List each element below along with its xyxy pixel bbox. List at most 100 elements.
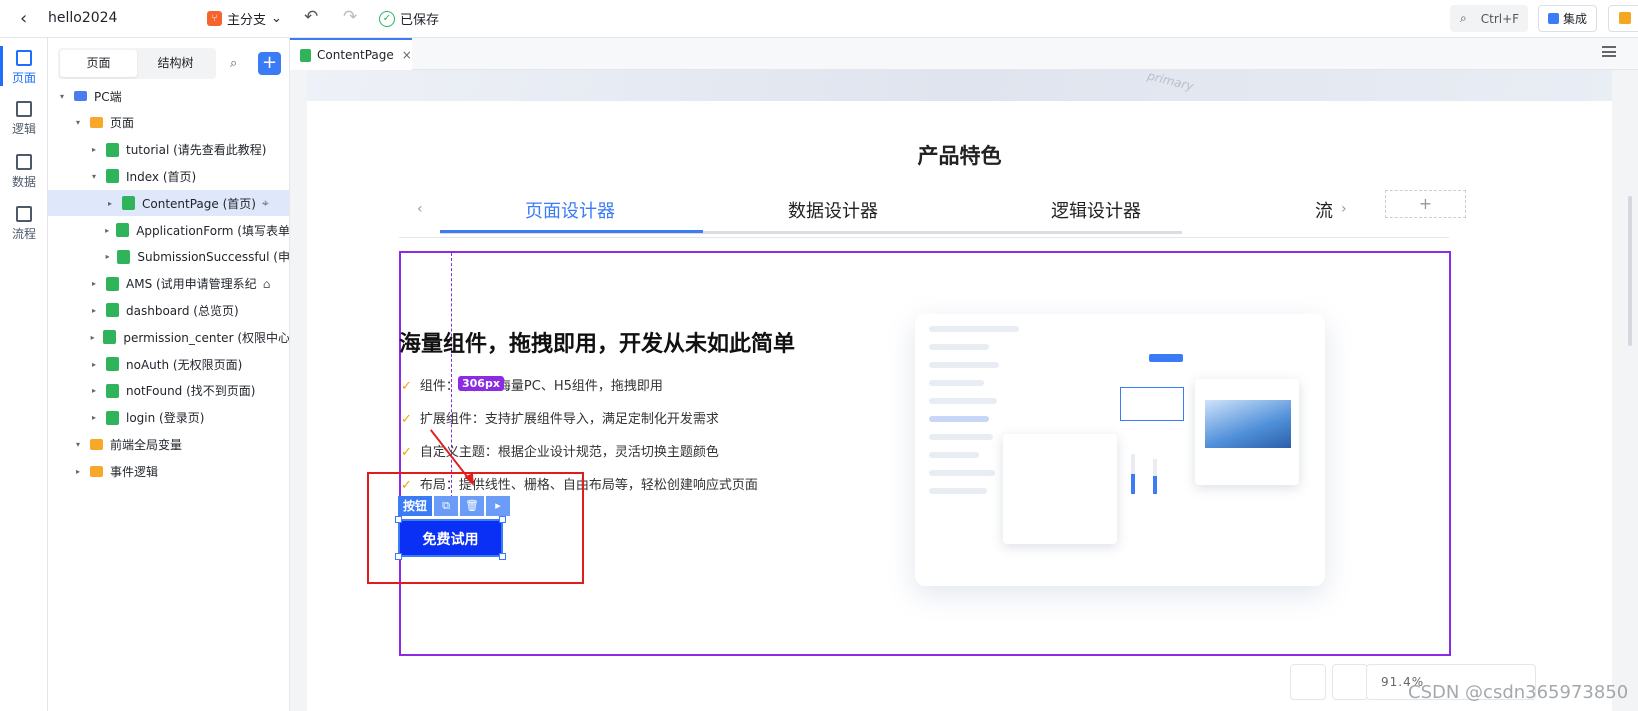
chevron-left-icon[interactable]: ‹ bbox=[417, 201, 423, 217]
tree-node[interactable]: ▸ ApplicationForm (填写表单 bbox=[48, 217, 289, 243]
search-icon[interactable]: ⌕ bbox=[230, 56, 237, 71]
rail-item-flow[interactable]: 流程 bbox=[0, 206, 48, 242]
tree-node[interactable]: ▾ 页面 bbox=[48, 110, 289, 136]
resize-handle[interactable] bbox=[499, 553, 506, 560]
global-search-button[interactable]: ⌕ Ctrl+F bbox=[1450, 5, 1528, 32]
canvas-status-bar bbox=[1290, 664, 1368, 711]
tree-node[interactable]: ▸ AMS (试用申请管理系纪 ⌂ bbox=[48, 271, 289, 297]
rail-item-page[interactable]: 页面 bbox=[0, 46, 48, 86]
chevron-right-icon[interactable]: › bbox=[1341, 201, 1347, 217]
tree-node[interactable]: ▸ tutorial (请先查看此教程) bbox=[48, 137, 289, 163]
tree-node-label: dashboard (总览页) bbox=[126, 303, 239, 318]
illustration-line bbox=[929, 380, 984, 386]
tree-node[interactable]: ▸ ContentPage (首页) ⌖ bbox=[48, 190, 289, 217]
caret-down-icon[interactable]: ▾ bbox=[72, 440, 84, 449]
feature-tab-page-designer[interactable]: 页面设计器 bbox=[435, 197, 705, 223]
tab-structure[interactable]: 结构树 bbox=[137, 50, 214, 77]
free-trial-button[interactable]: 免费试用 bbox=[398, 519, 503, 557]
caret-right-icon[interactable]: ▸ bbox=[88, 279, 100, 288]
caret-right-icon[interactable]: ▸ bbox=[88, 386, 100, 395]
caret-right-icon[interactable]: ▸ bbox=[88, 306, 100, 315]
component-toolbar: 按钮 ⧉ 🗑 ▸ bbox=[398, 496, 511, 516]
close-icon[interactable]: × bbox=[402, 48, 412, 62]
illustration-button bbox=[1149, 354, 1183, 362]
resize-handle[interactable] bbox=[395, 553, 402, 560]
tab-pages[interactable]: 页面 bbox=[60, 50, 137, 77]
mountain-image-icon bbox=[1205, 400, 1291, 448]
expand-icon[interactable]: ▸ bbox=[486, 496, 511, 516]
illustration-line bbox=[929, 326, 1019, 332]
feature-tab-data-designer[interactable]: 数据设计器 bbox=[698, 197, 968, 223]
list-icon[interactable] bbox=[1602, 46, 1616, 57]
tree-node[interactable]: ▸ login (登录页) bbox=[48, 405, 289, 431]
copy-icon[interactable]: ⧉ bbox=[434, 496, 459, 516]
page-tree-panel: 页面 结构树 ⌕ + ▾ PC端 ▾ 页面 ▸ tutorial (请先查看此教程) ▾ In… bbox=[48, 38, 290, 711]
redo-icon[interactable]: ↷ bbox=[343, 7, 357, 27]
caret-right-icon[interactable]: ▸ bbox=[88, 413, 100, 422]
caret-down-icon[interactable]: ▾ bbox=[72, 118, 84, 127]
illustration-line bbox=[929, 470, 995, 476]
undo-icon[interactable]: ↶ bbox=[304, 7, 318, 27]
caret-down-icon[interactable]: ▾ bbox=[88, 172, 100, 181]
logic-icon bbox=[16, 101, 32, 117]
pc-icon bbox=[74, 91, 87, 101]
feature-item: 扩展组件：支持扩展组件导入，满足定制化开发需求 bbox=[401, 408, 719, 427]
resize-handle[interactable] bbox=[395, 516, 402, 523]
tree-node[interactable]: ▾ 前端全局变量 bbox=[48, 431, 289, 457]
component-type-label: 按钮 bbox=[398, 496, 433, 516]
add-page-button[interactable]: + bbox=[258, 52, 281, 75]
tab-content-page[interactable]: ContentPage × bbox=[290, 38, 412, 70]
device-icon[interactable] bbox=[1290, 664, 1326, 700]
top-bar: ‹ hello2024 ⑂ 主分支 ⌄ ↶ ↷ ✓ 已保存 ⌕ Ctrl+F 集… bbox=[0, 0, 1638, 38]
caret-right-icon[interactable]: ▸ bbox=[104, 252, 111, 261]
tree-node[interactable]: ▸ noAuth (无权限页面) bbox=[48, 351, 289, 377]
location-icon: ⌖ bbox=[261, 195, 269, 210]
left-rail: 页面 逻辑 数据 流程 bbox=[0, 38, 48, 711]
caret-right-icon[interactable]: ▸ bbox=[88, 333, 97, 342]
check-icon: ✓ bbox=[379, 10, 395, 27]
illustration-line bbox=[929, 416, 989, 422]
resize-handle[interactable] bbox=[499, 516, 506, 523]
illustration-selection bbox=[1120, 387, 1184, 421]
vertical-scrollbar[interactable] bbox=[1628, 196, 1632, 346]
page-icon bbox=[106, 142, 119, 157]
tree-node-label: SubmissionSuccessful (申 bbox=[137, 250, 290, 265]
feature-tab-logic-designer[interactable]: 逻辑设计器 bbox=[961, 197, 1231, 223]
tree-node[interactable]: ▸ SubmissionSuccessful (申 bbox=[48, 244, 290, 270]
tree-node[interactable]: ▸ notFound (找不到页面) bbox=[48, 378, 289, 404]
caret-right-icon[interactable]: ▸ bbox=[104, 226, 110, 235]
add-tab-button[interactable]: + bbox=[1385, 190, 1466, 218]
tree-node-label: 事件逻辑 bbox=[110, 464, 159, 479]
back-icon[interactable]: ‹ bbox=[20, 8, 27, 29]
select-frame-icon[interactable] bbox=[1332, 664, 1368, 700]
caret-right-icon[interactable]: ▸ bbox=[88, 360, 100, 369]
caret-down-icon[interactable]: ▾ bbox=[56, 92, 68, 101]
design-canvas[interactable]: primary 产品特色 ‹ 页面设计器 数据设计器 逻辑设计器 流 › + 海… bbox=[307, 70, 1612, 711]
tree-node-label: notFound (找不到页面) bbox=[126, 384, 256, 399]
rail-item-data[interactable]: 数据 bbox=[0, 154, 48, 190]
editor-tab-bar: ContentPage × bbox=[290, 38, 1638, 70]
caret-right-icon[interactable]: ▸ bbox=[104, 199, 116, 208]
feature-tab-flow-designer[interactable]: 流 bbox=[1315, 197, 1339, 223]
page-icon bbox=[106, 169, 119, 184]
integrate-button[interactable]: 集成 bbox=[1538, 5, 1597, 32]
tree-node[interactable]: ▸ dashboard (总览页) bbox=[48, 297, 289, 323]
delete-icon[interactable]: 🗑 bbox=[460, 496, 485, 516]
saved-label: 已保存 bbox=[400, 13, 440, 28]
more-button[interactable] bbox=[1608, 5, 1638, 32]
illustration-line bbox=[929, 452, 979, 458]
page-icon bbox=[106, 410, 119, 425]
rail-item-logic[interactable]: 逻辑 bbox=[0, 101, 48, 137]
illustration-line bbox=[929, 344, 989, 350]
product-illustration bbox=[915, 314, 1325, 586]
tree-node[interactable]: ▾ Index (首页) bbox=[48, 163, 289, 189]
tree-node-label: Index (首页) bbox=[126, 169, 197, 184]
tree-node[interactable]: ▸ permission_center (权限中心 bbox=[48, 324, 289, 350]
page-icon bbox=[106, 276, 119, 291]
tree-node[interactable]: ▾ PC端 bbox=[48, 83, 289, 109]
caret-right-icon[interactable]: ▸ bbox=[72, 467, 84, 476]
branch-selector[interactable]: ⑂ 主分支 ⌄ bbox=[207, 9, 282, 28]
search-icon: ⌕ bbox=[1460, 11, 1467, 25]
caret-right-icon[interactable]: ▸ bbox=[88, 145, 100, 154]
tree-node[interactable]: ▸ 事件逻辑 bbox=[48, 458, 289, 484]
